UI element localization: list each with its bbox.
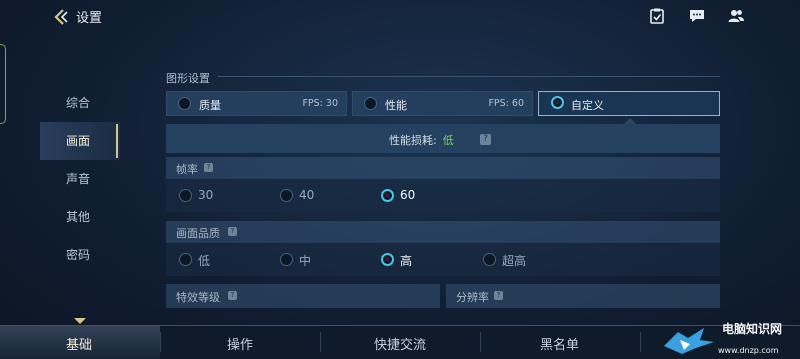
- option-label: 低: [198, 254, 211, 268]
- radio-icon: [178, 97, 191, 110]
- watermark-url: www.dnzp.com: [718, 346, 779, 355]
- preset-label: 自定义: [571, 99, 604, 112]
- nav-divider: [320, 332, 321, 352]
- frame-rate-options: 30 40 60: [166, 179, 720, 212]
- preset-fps: FPS: 60: [488, 98, 524, 109]
- help-icon[interactable]: ?: [480, 134, 491, 145]
- help-icon[interactable]: ?: [204, 163, 213, 172]
- back-arrow-icon[interactable]: [50, 7, 70, 27]
- nav-tab-basic[interactable]: 基础: [66, 334, 92, 353]
- option-label: 30: [198, 188, 214, 202]
- sidebar-item-graphics[interactable]: 画面: [40, 122, 120, 160]
- preset-quality[interactable]: 质量 FPS: 30: [166, 91, 347, 116]
- nav-divider: [480, 332, 481, 352]
- radio-icon: [364, 97, 377, 110]
- sidebar-item-password[interactable]: 密码: [40, 236, 120, 274]
- performance-cost-value: 低: [442, 134, 454, 147]
- sidebar-item-label: 画面: [66, 134, 91, 148]
- performance-cost-bar: 性能损耗: 低 ?: [166, 124, 720, 153]
- effects-level-header: 特效等级 ?: [166, 284, 440, 308]
- help-icon[interactable]: ?: [228, 227, 237, 236]
- left-edge-accent: [0, 44, 6, 124]
- settings-screen: 设置 综合 画面 声音 其他 密码 图形设置 质量 FPS: 30 性能 FPS…: [0, 0, 800, 359]
- resolution-header: 分辨率 ?: [446, 284, 720, 308]
- watermark-logo-icon: [664, 328, 714, 354]
- performance-cost-label: 性能损耗:: [389, 134, 437, 147]
- help-icon[interactable]: ?: [494, 291, 503, 300]
- sidebar-item-label: 密码: [66, 248, 91, 262]
- nav-tab-controls[interactable]: 操作: [227, 334, 253, 353]
- performance-cost: 性能损耗: 低: [389, 132, 454, 148]
- option-label: 中: [299, 254, 312, 268]
- radio-selected-icon: [551, 96, 564, 109]
- radio-icon: [483, 253, 496, 266]
- sidebar-item-label: 综合: [66, 96, 91, 110]
- radio-icon: [179, 253, 192, 266]
- option-label: 60: [400, 188, 416, 202]
- frame-rate-header: 帧率 ?: [166, 157, 720, 179]
- settings-sidebar: 综合 画面 声音 其他 密码: [40, 84, 120, 274]
- radio-icon: [280, 189, 293, 202]
- preset-label: 性能: [385, 99, 407, 112]
- frame-rate-title: 帧率: [176, 163, 198, 176]
- sidebar-item-label: 声音: [66, 172, 91, 186]
- sidebar-item-general[interactable]: 综合: [40, 84, 120, 122]
- nav-tab-blacklist[interactable]: 黑名单: [540, 334, 579, 353]
- effects-level-title: 特效等级: [176, 291, 220, 304]
- help-icon[interactable]: ?: [228, 291, 237, 300]
- preset-performance[interactable]: 性能 FPS: 60: [352, 91, 533, 116]
- image-quality-title: 画面品质: [176, 227, 220, 240]
- nav-tab-quick-chat[interactable]: 快捷交流: [374, 334, 426, 353]
- watermark: 电脑知识网 www.dnzp.com: [660, 320, 800, 359]
- preset-fps: FPS: 30: [302, 98, 338, 109]
- image-quality-header: 画面品质 ?: [166, 221, 720, 243]
- radio-icon: [280, 253, 293, 266]
- clipboard-check-icon[interactable]: [648, 7, 666, 25]
- radio-selected-icon: [381, 253, 394, 266]
- watermark-title: 电脑知识网: [722, 322, 783, 336]
- option-label: 40: [299, 188, 315, 202]
- friends-icon[interactable]: [727, 7, 745, 25]
- radio-selected-icon: [381, 189, 394, 202]
- nav-divider: [160, 332, 161, 352]
- preset-custom[interactable]: 自定义: [538, 91, 720, 116]
- nav-active-arrow: [74, 318, 86, 324]
- nav-divider: [640, 332, 641, 352]
- sidebar-item-other[interactable]: 其他: [40, 198, 120, 236]
- top-bar: 设置: [0, 0, 800, 34]
- preset-label: 质量: [199, 99, 221, 112]
- resolution-title: 分辨率: [456, 291, 489, 304]
- section-divider: [218, 76, 720, 77]
- sidebar-item-sound[interactable]: 声音: [40, 160, 120, 198]
- radio-icon: [179, 189, 192, 202]
- option-label: 高: [400, 254, 413, 268]
- image-quality-options: 低 中 高 超高: [166, 243, 720, 276]
- chat-bubble-icon[interactable]: [688, 7, 706, 25]
- page-title: 设置: [76, 11, 103, 26]
- option-label: 超高: [502, 254, 527, 268]
- section-title: 图形设置: [166, 72, 210, 85]
- sidebar-item-label: 其他: [66, 210, 91, 224]
